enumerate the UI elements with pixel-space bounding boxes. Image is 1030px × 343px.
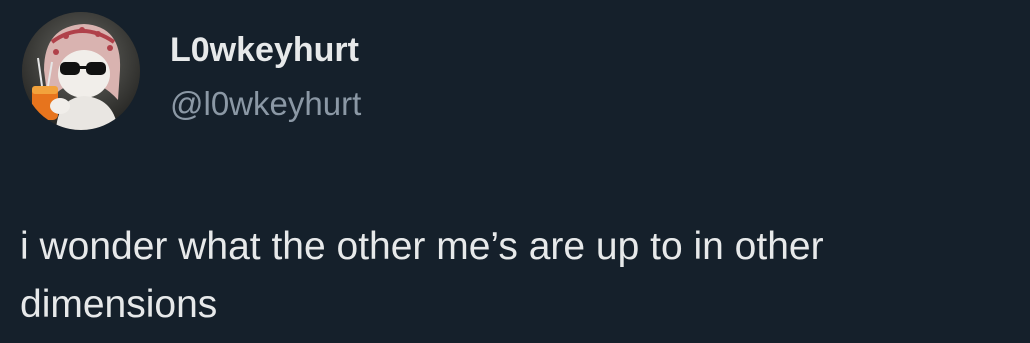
avatar-image-icon bbox=[22, 12, 140, 130]
tweet-card: L0wkeyhurt @l0wkeyhurt i wonder what the… bbox=[0, 0, 1030, 343]
avatar[interactable] bbox=[22, 12, 140, 130]
display-name[interactable]: L0wkeyhurt bbox=[170, 30, 359, 70]
user-handle[interactable]: @l0wkeyhurt bbox=[170, 84, 361, 124]
tweet-text: i wonder what the other me’s are up to i… bbox=[20, 225, 824, 326]
